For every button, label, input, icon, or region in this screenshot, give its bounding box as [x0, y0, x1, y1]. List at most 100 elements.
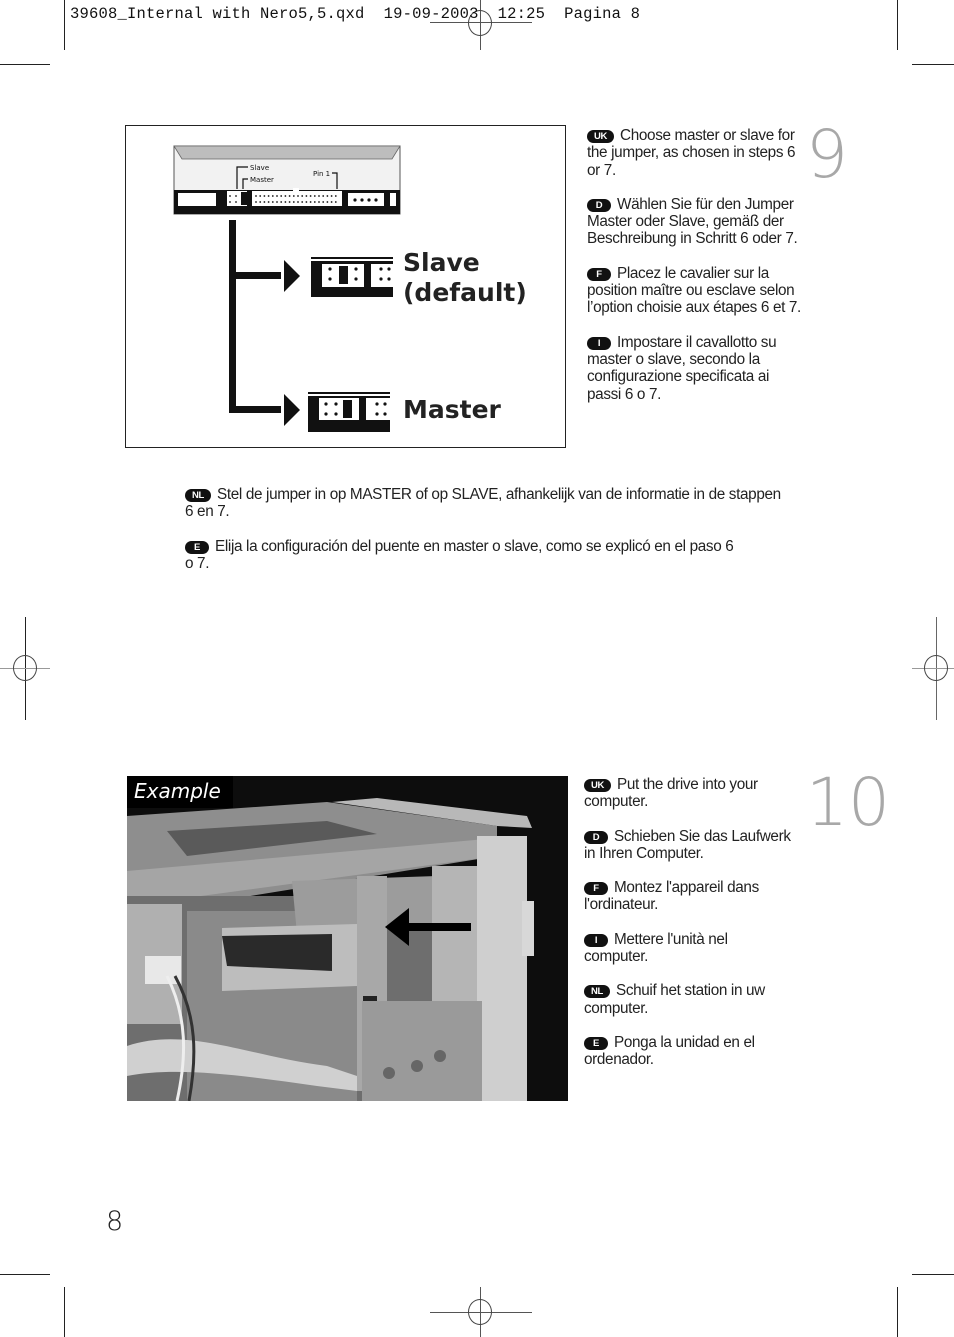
instruction-d: D Wählen Sie für den Jumper Master oder S…: [587, 196, 802, 248]
ide-pin: [288, 201, 291, 203]
ide-pin: [330, 195, 333, 197]
instruction-f: F Montez l'appareil dans l'ordinateur.: [584, 879, 794, 914]
ide-pin: [292, 201, 295, 203]
ide-pin: [255, 195, 257, 197]
lang-badge-i: I: [587, 336, 611, 350]
crop-mark-top-left-h: [0, 64, 50, 65]
lang-badge-i: I: [584, 933, 608, 947]
instruction-e: E Elija la configuración del puente en ma…: [185, 538, 745, 573]
lang-badge-e: E: [185, 540, 209, 554]
ide-pin: [322, 195, 325, 197]
ide-pin: [305, 195, 308, 197]
crop-mark-bottom-right-h: [912, 1274, 954, 1275]
option-slave-label: Slave: [403, 248, 480, 277]
lang-badge-nl: NL: [185, 489, 211, 502]
ide-pin: [297, 201, 299, 203]
ide-pin: [292, 195, 295, 197]
instruction-i: I Impostare il cavallotto su master o sla…: [587, 334, 802, 403]
ide-pin: [280, 195, 283, 197]
instruction-d: D Schieben Sie das Laufwerk in Ihren Comp…: [584, 828, 794, 863]
ide-pin: [334, 201, 337, 203]
ide-pin: [267, 201, 270, 203]
connector-lines: [229, 220, 300, 426]
photo-label: Example: [127, 776, 233, 808]
label-pin1: Pin 1: [313, 170, 330, 178]
ide-pin: [267, 195, 270, 197]
computer-case-illustration: [127, 776, 568, 1101]
instruction-text: Stel de jumper in op MASTER of op SLAVE,…: [185, 486, 781, 521]
ide-pin: [280, 201, 283, 203]
lang-badge-d: D: [584, 830, 608, 844]
crop-mark-bottom-left-h: [0, 1274, 50, 1275]
ide-pin: [318, 195, 320, 197]
slug-date: 19-09-2003: [383, 5, 479, 23]
instruction-nl: NL Schuif het station in uw computer.: [584, 982, 794, 1017]
example-photo: Example: [127, 776, 568, 1101]
lang-badge-f: F: [587, 267, 611, 281]
ide-pin: [263, 195, 266, 197]
crop-mark-bottom-right-v: [897, 1287, 898, 1337]
ide-pin: [313, 201, 316, 203]
jumper-diagram-svg: Slave Master Pin 1 Slave (default) Maste…: [173, 145, 527, 432]
ide-pin: [305, 201, 308, 203]
lang-badge-f: F: [584, 882, 608, 896]
step9-instructions-wide: NL Stel de jumper in op MASTER of op SLAV…: [185, 486, 785, 589]
step10-instructions: UK Put the drive into your computer. D Sch…: [584, 776, 794, 1086]
ide-pin: [271, 195, 274, 197]
instruction-text: Schieben Sie das Laufwerk in Ihren Compu…: [584, 827, 791, 862]
ide-pin: [313, 195, 316, 197]
lang-badge-uk: UK: [584, 779, 612, 792]
crop-mark-top-right-v: [897, 0, 898, 50]
ide-pin: [271, 201, 274, 203]
ide-pin: [326, 201, 329, 203]
instruction-i: I Mettere l'unità nel computer.: [584, 931, 794, 966]
slug-time: 12:25: [497, 5, 546, 23]
ide-pin: [276, 195, 278, 197]
page-number: 8: [106, 1206, 124, 1237]
label-master-pins: Master: [250, 176, 274, 184]
instruction-nl: NL Stel de jumper in op MASTER of op SLAV…: [185, 486, 785, 521]
arrow-slave-icon: [284, 260, 300, 292]
print-slug: 39608_Internal with Nero5,5.qxd 19-09-20…: [70, 5, 640, 23]
lang-badge-d: D: [587, 198, 611, 212]
option-master-label: Master: [403, 395, 502, 424]
ide-pin: [330, 201, 333, 203]
slug-filename: 39608_Internal with Nero5,5.qxd: [70, 5, 365, 23]
crop-mark-bottom-left-v: [64, 1287, 65, 1337]
ide-pin: [263, 201, 266, 203]
instruction-text: Schuif het station in uw computer.: [584, 982, 765, 1017]
ide-pin: [301, 195, 304, 197]
ide-pin: [326, 195, 329, 197]
instruction-text: Wählen Sie für den Jumper Master oder Sl…: [587, 195, 798, 248]
instruction-text: Choose master or slave for the jumper, a…: [587, 127, 796, 179]
instruction-text: Montez l'appareil dans l'ordinateur.: [584, 879, 759, 914]
step-number-9: 9: [806, 116, 848, 193]
ide-pin: [301, 201, 304, 203]
ide-pin: [322, 201, 325, 203]
instruction-text: Elija la configuración del puente en mas…: [185, 537, 734, 572]
drive-rear-panel: Slave Master Pin 1: [173, 145, 401, 215]
ide-connector: [252, 191, 342, 206]
ide-pin: [318, 201, 320, 203]
instruction-e: E Ponga la unidad en el ordenador.: [584, 1034, 794, 1069]
lang-badge-nl: NL: [584, 985, 610, 999]
master-jumper-diagram: [308, 392, 390, 432]
ide-pin: [309, 195, 312, 197]
lang-badge-e: E: [584, 1036, 608, 1050]
instruction-text: Placez le cavalier sur la position maîtr…: [587, 264, 801, 317]
arrow-master-icon: [284, 394, 300, 426]
crop-mark-top-left-v: [64, 0, 65, 50]
ide-pin: [255, 201, 257, 203]
slug-page: Pagina 8: [564, 5, 641, 23]
instruction-text: Impostare il cavallotto su master o slav…: [587, 333, 777, 403]
label-slave-pins: Slave: [250, 164, 269, 172]
ide-pin: [334, 195, 337, 197]
ide-pin: [309, 201, 312, 203]
crop-mark-top-right-h: [912, 64, 954, 65]
ide-pin: [259, 195, 262, 197]
step-number-10: 10: [806, 764, 890, 841]
ide-pin: [297, 195, 299, 197]
instruction-uk: UK Choose master or slave for the jumper,…: [587, 127, 802, 179]
slave-jumper-diagram: [311, 257, 393, 297]
ide-pin: [276, 201, 278, 203]
